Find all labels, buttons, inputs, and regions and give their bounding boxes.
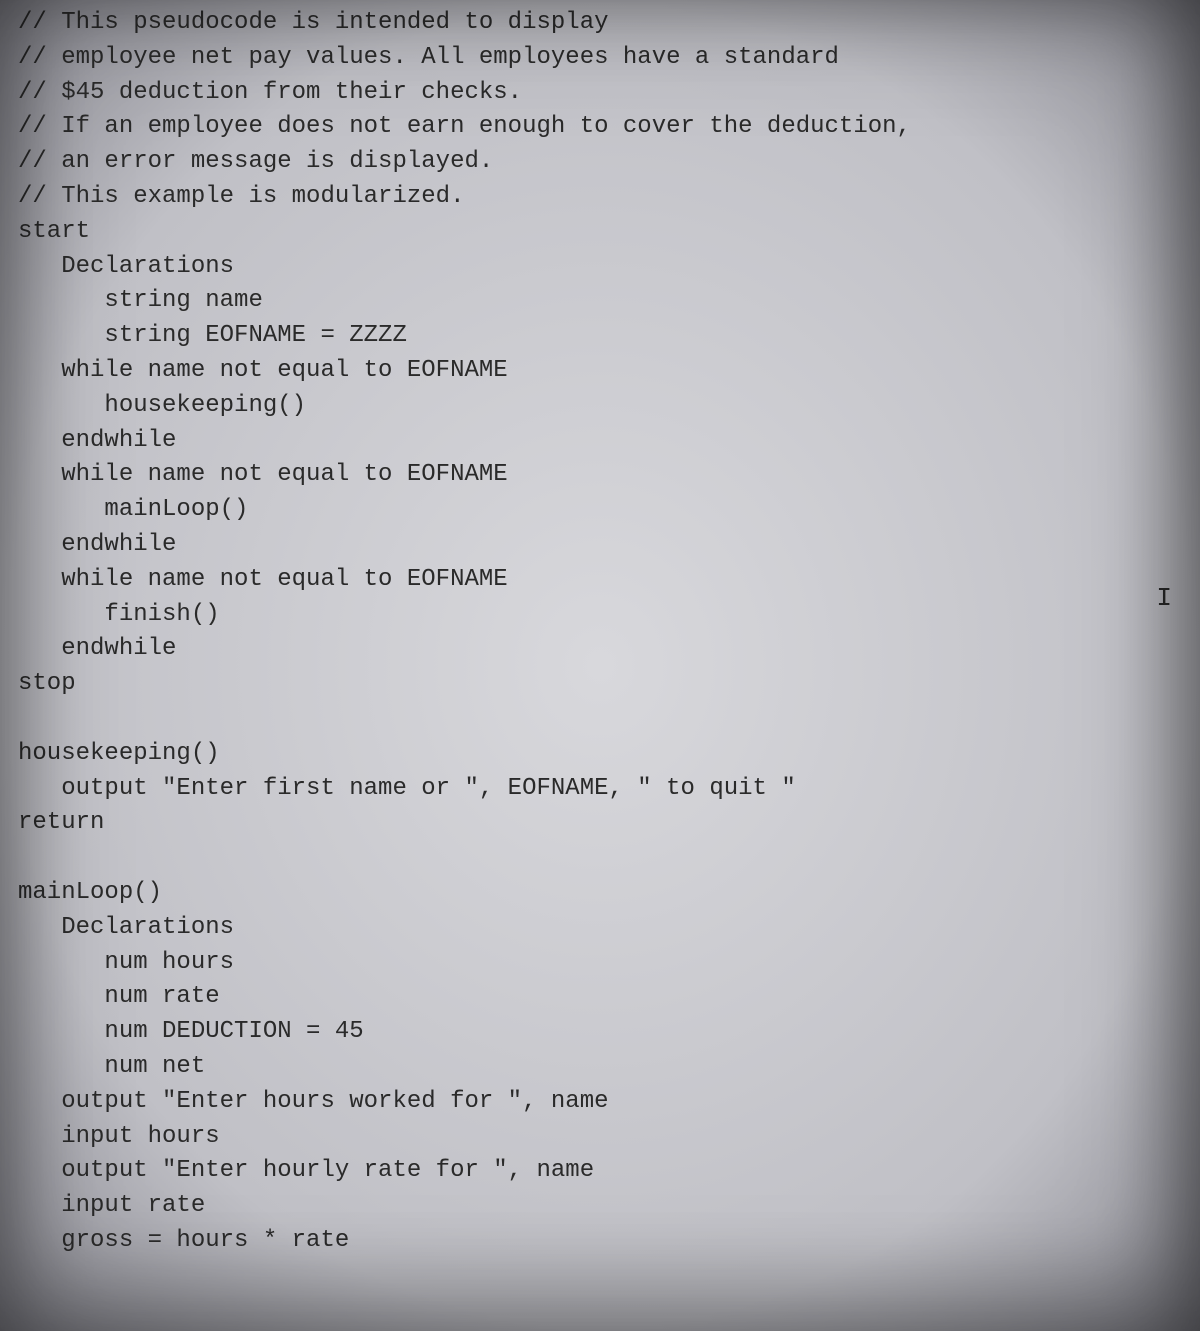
code-line: mainLoop(): [18, 876, 1184, 911]
code-line: num DEDUCTION = 45: [18, 1015, 1184, 1050]
code-line: stop: [18, 667, 1184, 702]
code-line: while name not equal to EOFNAME: [18, 563, 1184, 598]
code-line: num hours: [18, 946, 1184, 981]
code-line: Declarations: [18, 250, 1184, 285]
code-line: input rate: [18, 1189, 1184, 1224]
code-line: string EOFNAME = ZZZZ: [18, 319, 1184, 354]
code-line: housekeeping(): [18, 389, 1184, 424]
code-line: while name not equal to EOFNAME: [18, 354, 1184, 389]
code-line: [18, 841, 1184, 876]
code-line: output "Enter hours worked for ", name: [18, 1085, 1184, 1120]
code-line: input hours: [18, 1120, 1184, 1155]
code-line: housekeeping(): [18, 737, 1184, 772]
code-line: output "Enter first name or ", EOFNAME, …: [18, 772, 1184, 807]
code-line: num rate: [18, 980, 1184, 1015]
code-line: // This pseudocode is intended to displa…: [18, 6, 1184, 41]
code-line: // This example is modularized.: [18, 180, 1184, 215]
code-line: // an error message is displayed.: [18, 145, 1184, 180]
code-line: // If an employee does not earn enough t…: [18, 110, 1184, 145]
text-cursor: I: [1156, 580, 1172, 618]
code-line: return: [18, 806, 1184, 841]
code-line: // $45 deduction from their checks.: [18, 76, 1184, 111]
code-line: num net: [18, 1050, 1184, 1085]
code-line: while name not equal to EOFNAME: [18, 458, 1184, 493]
code-line: Declarations: [18, 911, 1184, 946]
code-line: start: [18, 215, 1184, 250]
code-line: output "Enter hourly rate for ", name: [18, 1154, 1184, 1189]
code-line: endwhile: [18, 632, 1184, 667]
code-line: string name: [18, 284, 1184, 319]
code-line: [18, 702, 1184, 737]
code-line: mainLoop(): [18, 493, 1184, 528]
code-line: // employee net pay values. All employee…: [18, 41, 1184, 76]
code-editor-content[interactable]: // This pseudocode is intended to displa…: [18, 6, 1184, 1259]
code-line: endwhile: [18, 528, 1184, 563]
code-line: finish(): [18, 598, 1184, 633]
code-line: gross = hours * rate: [18, 1224, 1184, 1259]
code-line: endwhile: [18, 424, 1184, 459]
